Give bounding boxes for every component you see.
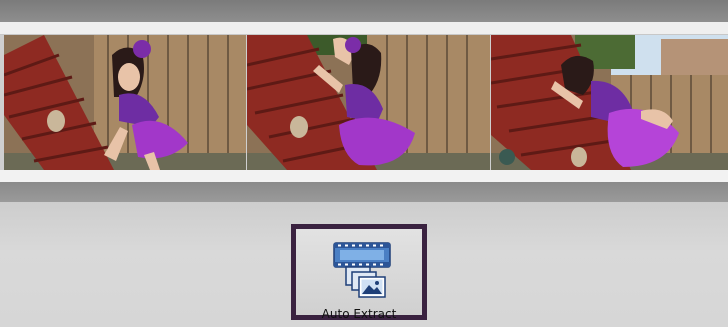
video-frame-1-thumbnail (4, 35, 246, 170)
top-toolbar-strip (0, 0, 728, 22)
timeline-scrollbar-track[interactable] (0, 182, 728, 202)
auto-extract-button[interactable]: Auto Extract (291, 224, 427, 321)
video-frame-2-thumbnail (247, 35, 490, 170)
video-frame-2[interactable] (247, 35, 490, 170)
video-frame-1[interactable] (4, 35, 246, 170)
video-filmstrip[interactable] (0, 35, 728, 170)
video-frame-3-thumbnail (491, 35, 728, 170)
timeline-ruler (0, 22, 728, 35)
auto-extract-label: Auto Extract (321, 307, 397, 321)
video-frame-3[interactable] (491, 35, 728, 170)
filmstrip-bottom-border (0, 170, 728, 182)
film-extract-icon (333, 242, 391, 298)
